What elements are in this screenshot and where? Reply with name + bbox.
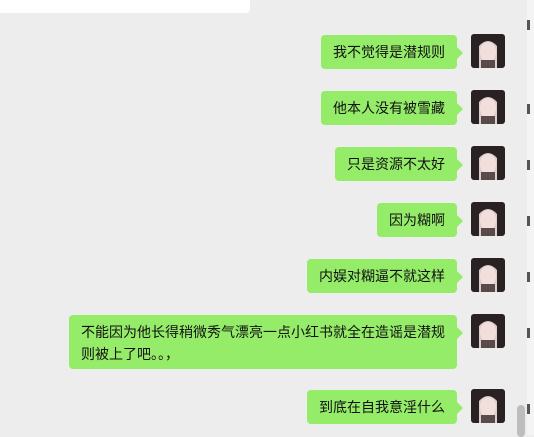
user-avatar[interactable] xyxy=(471,389,505,423)
user-avatar[interactable] xyxy=(471,34,505,68)
message-bubble[interactable]: 只是资源不太好 xyxy=(335,147,463,181)
message-bubble[interactable]: 内娱对糊逼不就这样 xyxy=(307,259,463,293)
edge-mark xyxy=(527,404,530,414)
user-avatar[interactable] xyxy=(471,258,505,292)
user-avatar[interactable] xyxy=(471,90,505,124)
message-bubble[interactable]: 他本人没有被雪藏 xyxy=(321,91,463,125)
message-bubble[interactable]: 不能因为他长得稍微秀气漂亮一点小红书就全在造谣是潜规则被上了吧。。， xyxy=(69,315,463,369)
previous-message-card xyxy=(0,0,250,13)
user-avatar[interactable] xyxy=(471,146,505,180)
edge-mark xyxy=(527,104,530,114)
message-bubble[interactable]: 因为糊啊 xyxy=(377,203,463,237)
message-bubble[interactable]: 我不觉得是潜规则 xyxy=(321,35,463,69)
message-bubble[interactable]: 到底在自我意淫什么 xyxy=(307,390,463,424)
edge-mark xyxy=(527,160,530,170)
scrollbar-thumb[interactable] xyxy=(517,405,525,437)
edge-mark xyxy=(527,328,530,338)
edge-mark xyxy=(527,20,530,30)
user-avatar[interactable] xyxy=(471,202,505,236)
edge-mark xyxy=(527,216,530,226)
user-avatar[interactable] xyxy=(471,314,505,348)
edge-mark xyxy=(527,272,530,282)
